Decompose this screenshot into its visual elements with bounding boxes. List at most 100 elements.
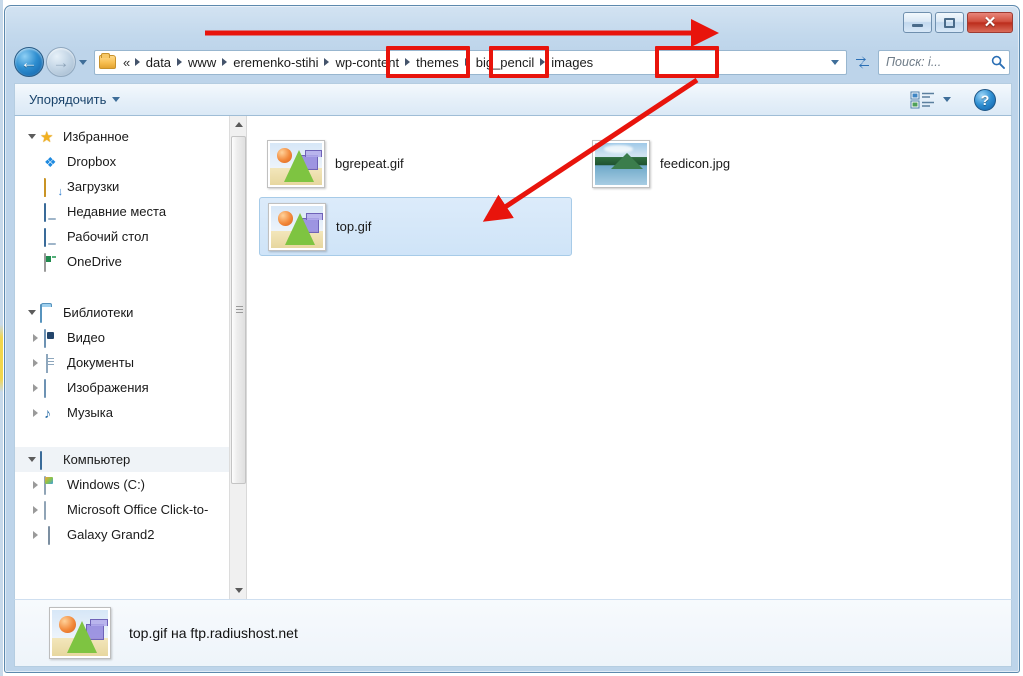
breadcrumb-item-eremenko-stihi[interactable]: eremenko-stihi xyxy=(228,53,323,72)
sidebar-label-desktop: Рабочий стол xyxy=(67,229,149,244)
scroll-up-button[interactable] xyxy=(230,116,246,133)
expander-closed-icon[interactable] xyxy=(29,530,42,539)
breadcrumb-item-www[interactable]: www xyxy=(183,53,221,72)
screen-left-edge-strip xyxy=(0,0,3,676)
shapes-image-thumb xyxy=(268,202,326,251)
sidebar-item-documents[interactable]: Документы xyxy=(15,350,246,375)
onedrive-icon xyxy=(44,252,62,272)
breadcrumb-separator-icon[interactable] xyxy=(405,58,411,66)
sidebar-label-computer: Компьютер xyxy=(63,452,131,467)
change-view-button[interactable] xyxy=(905,87,956,113)
expander-closed-icon[interactable] xyxy=(29,408,42,417)
expander-closed-icon[interactable] xyxy=(29,480,42,489)
refresh-button[interactable] xyxy=(850,50,874,75)
sidebar-item-dropbox[interactable]: ❖ Dropbox xyxy=(15,149,246,174)
breadcrumb-item-images[interactable]: images xyxy=(546,53,598,72)
breadcrumb-separator-icon[interactable] xyxy=(464,58,470,66)
expander-closed-icon[interactable] xyxy=(29,383,42,392)
sidebar-label-music: Музыка xyxy=(67,405,113,420)
minimize-button[interactable] xyxy=(903,12,932,33)
file-name-label: feedicon.jpg xyxy=(660,156,731,171)
desktop-icon xyxy=(44,227,62,247)
window-controls: ✕ xyxy=(903,12,1013,33)
expander-open-icon[interactable] xyxy=(25,310,38,315)
sidebar-label-onedrive: OneDrive xyxy=(67,254,122,269)
details-pane: top.gif на ftp.radiushost.net xyxy=(14,599,1012,667)
history-dropdown-button[interactable] xyxy=(76,47,90,77)
file-list-view[interactable]: bgrepeat.gif feedicon.jpg top.gif xyxy=(247,116,1011,599)
expander-closed-icon[interactable] xyxy=(29,333,42,342)
close-icon: ✕ xyxy=(983,14,997,31)
help-button[interactable]: ? xyxy=(974,88,996,111)
pictures-library-icon xyxy=(44,378,62,398)
sidebar-label-office-click-to-run: Microsoft Office Click-to- xyxy=(67,502,209,517)
expander-closed-icon[interactable] xyxy=(29,505,42,514)
library-icon xyxy=(40,303,58,323)
sidebar-group-libraries[interactable]: Библиотеки xyxy=(15,300,246,325)
downloads-folder-icon xyxy=(44,177,62,197)
maximize-button[interactable] xyxy=(935,12,964,33)
sidebar-item-downloads[interactable]: Загрузки xyxy=(15,174,246,199)
recent-places-icon xyxy=(44,202,62,222)
sidebar-item-pictures[interactable]: Изображения xyxy=(15,375,246,400)
sidebar-label-favorites: Избранное xyxy=(63,129,129,144)
help-icon: ? xyxy=(980,91,990,108)
expander-open-icon[interactable] xyxy=(25,457,38,462)
expander-open-icon[interactable] xyxy=(25,134,38,139)
list-item[interactable]: bgrepeat.gif xyxy=(259,134,559,193)
forward-button[interactable]: → xyxy=(46,47,76,77)
sidebar-label-downloads: Загрузки xyxy=(67,179,120,194)
chevron-up-icon xyxy=(234,122,243,127)
chevron-down-icon xyxy=(831,59,839,65)
organize-label: Упорядочить xyxy=(29,92,107,107)
navigation-tree: ★ Избранное ❖ Dropbox Загрузки Недавние … xyxy=(15,116,246,547)
sidebar-label-documents: Документы xyxy=(67,355,135,370)
breadcrumb-item-wp-content[interactable]: wp-content xyxy=(330,53,404,72)
scrollbar-thumb[interactable] xyxy=(231,136,246,484)
shapes-image-thumb xyxy=(267,139,325,188)
forward-arrow-icon: → xyxy=(52,52,70,72)
sidebar-item-onedrive[interactable]: OneDrive xyxy=(15,249,246,274)
sidebar-label-video: Видео xyxy=(67,330,105,345)
breadcrumb-separator-icon[interactable] xyxy=(222,58,228,66)
list-item[interactable]: feedicon.jpg xyxy=(584,134,884,193)
close-button[interactable]: ✕ xyxy=(967,12,1013,33)
address-bar-row: ← → « data www eremenko-stihi wp-content xyxy=(5,43,1019,81)
back-button[interactable]: ← xyxy=(14,47,44,77)
refresh-icon xyxy=(855,55,869,69)
breadcrumb-item-big-pencil[interactable]: big_pencil xyxy=(471,53,540,72)
video-library-icon xyxy=(44,328,62,348)
breadcrumb-overflow[interactable]: « xyxy=(119,53,134,72)
scroll-down-button[interactable] xyxy=(230,582,246,599)
breadcrumb[interactable]: « data www eremenko-stihi wp-content the… xyxy=(94,49,847,75)
window-title-bar: ✕ xyxy=(5,6,1019,43)
view-layout-icon xyxy=(910,91,934,108)
breadcrumb-separator-icon[interactable] xyxy=(324,58,330,66)
sidebar-item-office-click-to-run[interactable]: Microsoft Office Click-to- xyxy=(15,497,246,522)
sidebar-item-video[interactable]: Видео xyxy=(15,325,246,350)
documents-library-icon xyxy=(44,353,62,373)
organize-button[interactable]: Упорядочить xyxy=(21,88,128,111)
photo-image-thumb xyxy=(592,139,650,188)
folder-icon xyxy=(99,53,116,69)
breadcrumb-separator-icon[interactable] xyxy=(540,58,546,66)
list-item[interactable]: top.gif xyxy=(259,197,572,256)
sidebar-group-computer[interactable]: Компьютер xyxy=(15,447,246,472)
search-input[interactable]: Поиск: i... xyxy=(878,49,1010,75)
expander-closed-icon[interactable] xyxy=(29,358,42,367)
explorer-window: ✕ ← → « data www eremenko-stihi wp-conte… xyxy=(4,5,1020,673)
sidebar-scrollbar[interactable] xyxy=(229,116,246,599)
sidebar-item-music[interactable]: ♪ Музыка xyxy=(15,400,246,425)
sidebar-group-favorites[interactable]: ★ Избранное xyxy=(15,124,246,149)
breadcrumb-item-data[interactable]: data xyxy=(141,53,176,72)
sidebar-item-desktop[interactable]: Рабочий стол xyxy=(15,224,246,249)
breadcrumb-separator-icon[interactable] xyxy=(134,58,140,66)
sidebar-item-galaxy-grand2[interactable]: Galaxy Grand2 xyxy=(15,522,246,547)
computer-icon xyxy=(40,450,58,470)
sidebar-item-recent-places[interactable]: Недавние места xyxy=(15,199,246,224)
breadcrumb-dropdown-button[interactable] xyxy=(826,51,844,73)
sidebar-item-windows-c[interactable]: Windows (C:) xyxy=(15,472,246,497)
breadcrumb-item-themes[interactable]: themes xyxy=(411,53,464,72)
breadcrumb-separator-icon[interactable] xyxy=(177,58,183,66)
